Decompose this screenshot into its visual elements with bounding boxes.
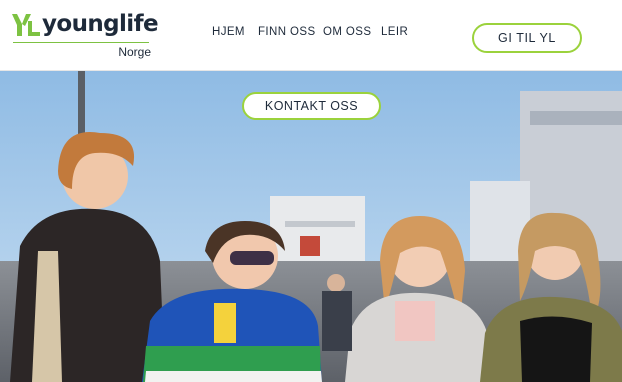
nav-item-finn-oss[interactable]: FINN OSS xyxy=(258,24,316,40)
yl-logo-mark-icon xyxy=(12,14,40,36)
logo-divider xyxy=(13,42,149,43)
contact-button[interactable]: KONTAKT OSS xyxy=(242,92,381,120)
nav-item-hjem[interactable]: HJEM xyxy=(212,24,245,40)
donate-button[interactable]: GI TIL YL xyxy=(472,23,582,53)
logo-wordmark: younglife xyxy=(42,11,159,37)
logo-country: Norge xyxy=(118,45,151,59)
nav-item-leir[interactable]: LEIR xyxy=(381,24,408,40)
younglife-logo[interactable]: younglife Norge xyxy=(11,11,159,63)
nav-item-om-oss[interactable]: OM OSS xyxy=(323,24,371,40)
hero-section: KONTAKT OSS xyxy=(0,71,622,382)
site-header: younglife Norge HJEM FINN OSS OM OSS LEI… xyxy=(0,0,622,71)
